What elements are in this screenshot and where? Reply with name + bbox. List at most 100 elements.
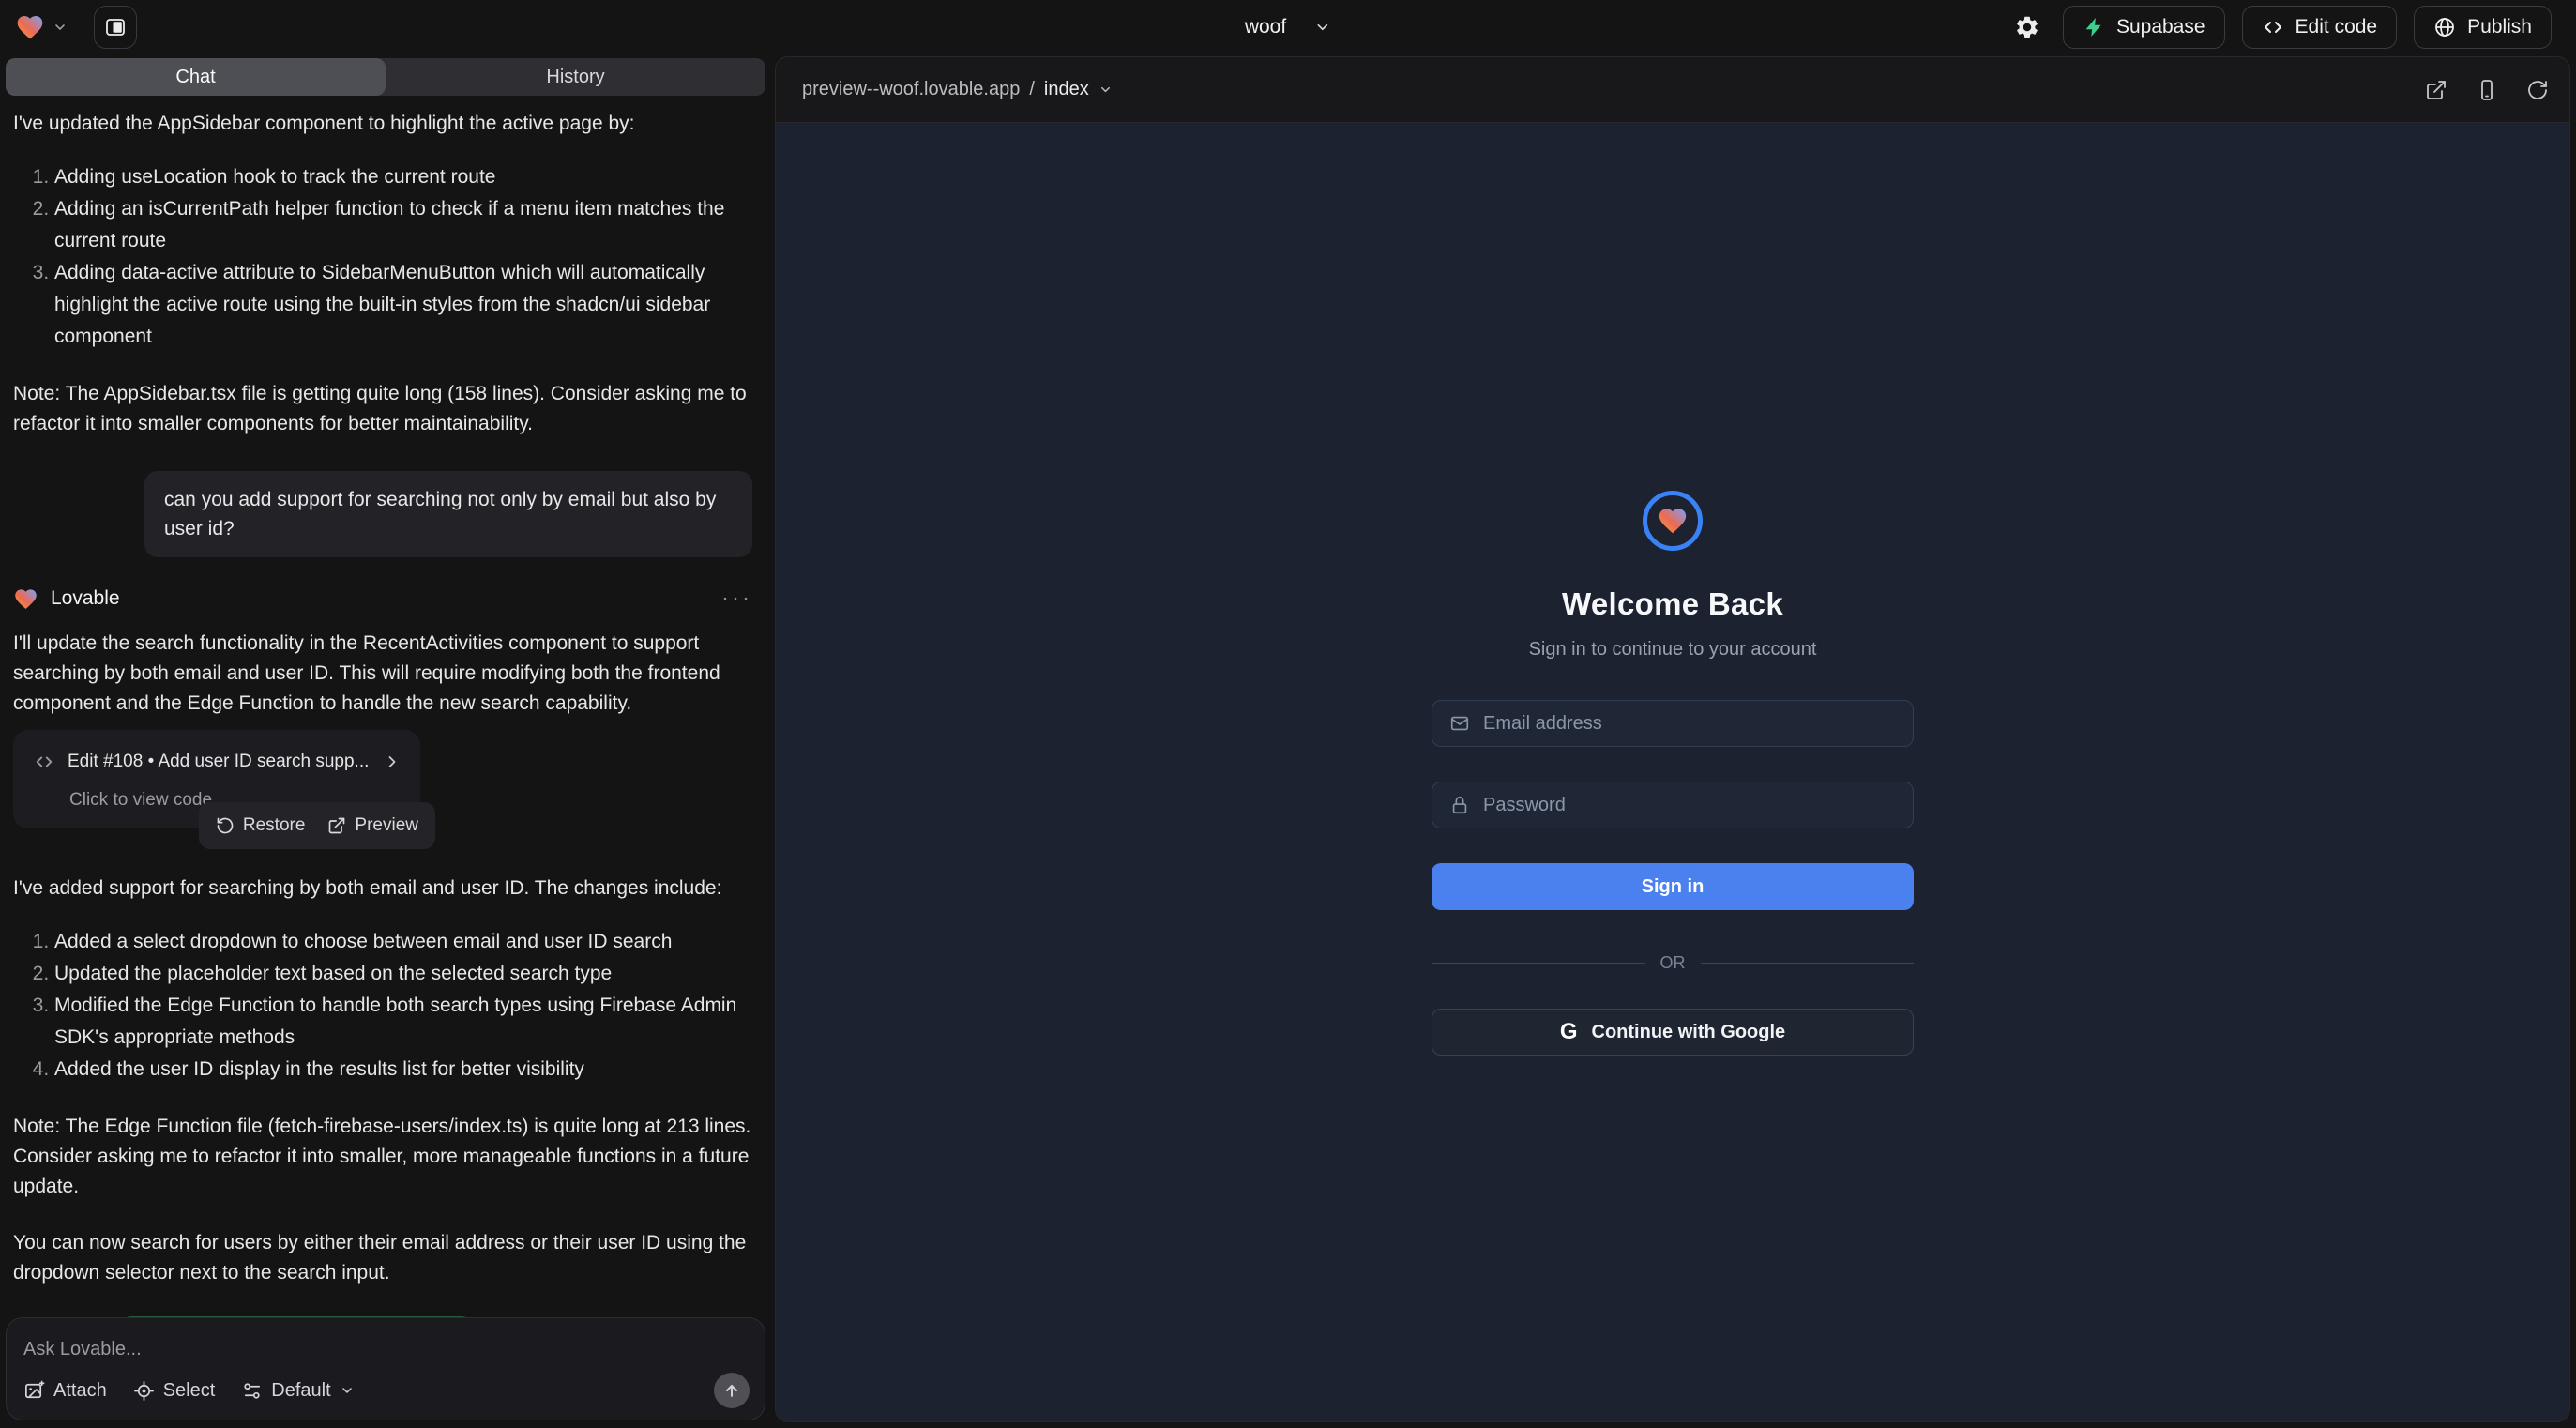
sign-in-button[interactable]: Sign in <box>1432 863 1914 910</box>
panel-layout-icon <box>104 16 127 38</box>
preview-page: index <box>1044 79 1089 100</box>
assistant-note: Note: The Edge Function file (fetch-fire… <box>13 1112 752 1202</box>
chat-composer[interactable]: Ask Lovable... Attach Select Default <box>6 1317 765 1420</box>
edit-card-title: Edit #108 • Add user ID search supp... <box>68 747 369 777</box>
top-bar: woof Supabase Edit code Publish <box>0 0 2576 54</box>
preview-button[interactable]: Preview <box>327 811 418 841</box>
app-logo <box>1643 491 1703 551</box>
mode-selector[interactable]: Default <box>241 1380 354 1402</box>
composer-placeholder[interactable]: Ask Lovable... <box>23 1339 750 1360</box>
password-placeholder: Password <box>1483 795 1566 816</box>
send-button[interactable] <box>714 1373 750 1408</box>
restore-icon <box>216 816 235 835</box>
restore-label: Restore <box>243 811 306 841</box>
code-icon <box>2262 16 2284 38</box>
chevron-right-icon <box>383 752 402 771</box>
attach-label: Attach <box>53 1380 107 1402</box>
tab-history[interactable]: History <box>386 58 765 96</box>
user-message-bubble: can you add support for searching not on… <box>144 471 752 557</box>
select-label: Select <box>163 1380 216 1402</box>
divider-line <box>1701 963 1915 965</box>
assistant-header: Lovable ··· <box>13 584 752 614</box>
or-divider: OR <box>1432 953 1914 973</box>
assistant-paragraph: I'll update the search functionality in … <box>13 629 752 719</box>
chevron-down-icon <box>1314 19 1331 36</box>
email-placeholder: Email address <box>1483 713 1602 735</box>
restore-button[interactable]: Restore <box>216 811 306 841</box>
composer-toolbar: Attach Select Default <box>23 1373 750 1408</box>
locate-icon <box>133 1380 155 1402</box>
publish-button[interactable]: Publish <box>2414 6 2552 49</box>
edit-actions-pill: Restore Preview <box>199 802 435 849</box>
google-label: Continue with Google <box>1592 1022 1786 1043</box>
supabase-label: Supabase <box>2116 16 2205 38</box>
supabase-icon <box>2083 16 2105 38</box>
list-item: Added the user ID display in the results… <box>54 1054 752 1086</box>
open-in-new-tab-button[interactable] <box>2425 79 2447 101</box>
url-divider: / <box>1029 79 1035 100</box>
user-message-row: can you add support for searching not on… <box>13 471 752 557</box>
project-name: woof <box>1245 16 1286 38</box>
preview-url[interactable]: preview--woof.lovable.app / index <box>802 79 1113 100</box>
chevron-down-icon <box>340 1383 355 1398</box>
list-item: Added a select dropdown to choose betwee… <box>54 926 752 958</box>
chat-history-tabs: Chat History <box>6 58 765 96</box>
chat-panel: Chat History I've updated the AppSidebar… <box>0 54 771 1428</box>
mode-label: Default <box>271 1380 330 1402</box>
settings-button[interactable] <box>2008 8 2046 46</box>
mobile-view-button[interactable] <box>2476 79 2498 101</box>
edit-code-button[interactable]: Edit code <box>2242 6 2398 49</box>
more-options-button[interactable]: ··· <box>721 589 752 608</box>
list-item: Updated the placeholder text based on th… <box>54 958 752 990</box>
welcome-title: Welcome Back <box>1562 586 1783 622</box>
code-icon <box>34 752 54 772</box>
chevron-down-icon <box>53 20 68 35</box>
project-switcher[interactable]: woof <box>1245 0 1331 54</box>
lovable-heart-icon <box>13 586 38 612</box>
google-sign-in-button[interactable]: G Continue with Google <box>1432 1009 1914 1056</box>
toggle-sidebar-button[interactable] <box>94 6 137 49</box>
login-card: Welcome Back Sign in to continue to your… <box>1432 491 1914 1056</box>
gear-icon <box>2014 14 2040 40</box>
arrow-up-icon <box>722 1381 741 1400</box>
assistant-name: Lovable <box>51 584 120 614</box>
refresh-button[interactable] <box>2526 79 2549 101</box>
preview-header: preview--woof.lovable.app / index <box>776 57 2569 123</box>
chat-message-list[interactable]: I've updated the AppSidebar component to… <box>0 96 771 1317</box>
assistant-note: Note: The AppSidebar.tsx file is getting… <box>13 379 752 439</box>
lovable-logo-icon <box>15 12 45 42</box>
welcome-subtitle: Sign in to continue to your account <box>1529 639 1817 661</box>
chevron-down-icon <box>1099 83 1113 97</box>
select-element-button[interactable]: Select <box>133 1380 216 1402</box>
edit-card-wrap: Edit #108 • Add user ID search supp... C… <box>13 730 420 828</box>
preview-domain: preview--woof.lovable.app <box>802 79 1020 100</box>
assistant-list: Added a select dropdown to choose betwee… <box>13 926 752 1086</box>
publish-label: Publish <box>2467 16 2532 38</box>
password-field[interactable]: Password <box>1432 782 1914 828</box>
mail-icon <box>1449 713 1470 734</box>
email-field[interactable]: Email address <box>1432 700 1914 747</box>
list-item: Adding data-active attribute to SidebarM… <box>54 257 752 353</box>
lock-icon <box>1449 795 1470 815</box>
supabase-button[interactable]: Supabase <box>2063 6 2225 49</box>
assistant-paragraph: I've updated the AppSidebar component to… <box>13 109 752 139</box>
sliders-icon <box>241 1380 263 1402</box>
attach-button[interactable]: Attach <box>23 1380 107 1402</box>
preview-label: Preview <box>355 811 418 841</box>
list-item: Adding an isCurrentPath helper function … <box>54 193 752 257</box>
attach-image-icon <box>23 1380 45 1402</box>
assistant-paragraph: You can now search for users by either t… <box>13 1228 752 1288</box>
lovable-menu[interactable] <box>15 12 68 42</box>
external-link-icon <box>327 816 346 835</box>
preview-panel: preview--woof.lovable.app / index <box>775 56 2570 1422</box>
list-item: Adding useLocation hook to track the cur… <box>54 161 752 193</box>
edit-code-label: Edit code <box>2296 16 2378 38</box>
tab-chat[interactable]: Chat <box>6 58 386 96</box>
list-item: Modified the Edge Function to handle bot… <box>54 990 752 1054</box>
google-icon: G <box>1560 1021 1578 1043</box>
preview-viewport: Welcome Back Sign in to continue to your… <box>776 123 2569 1421</box>
assistant-paragraph: I've added support for searching by both… <box>13 874 752 904</box>
divider-line <box>1432 963 1645 965</box>
or-label: OR <box>1660 953 1686 973</box>
globe-icon <box>2433 16 2456 38</box>
